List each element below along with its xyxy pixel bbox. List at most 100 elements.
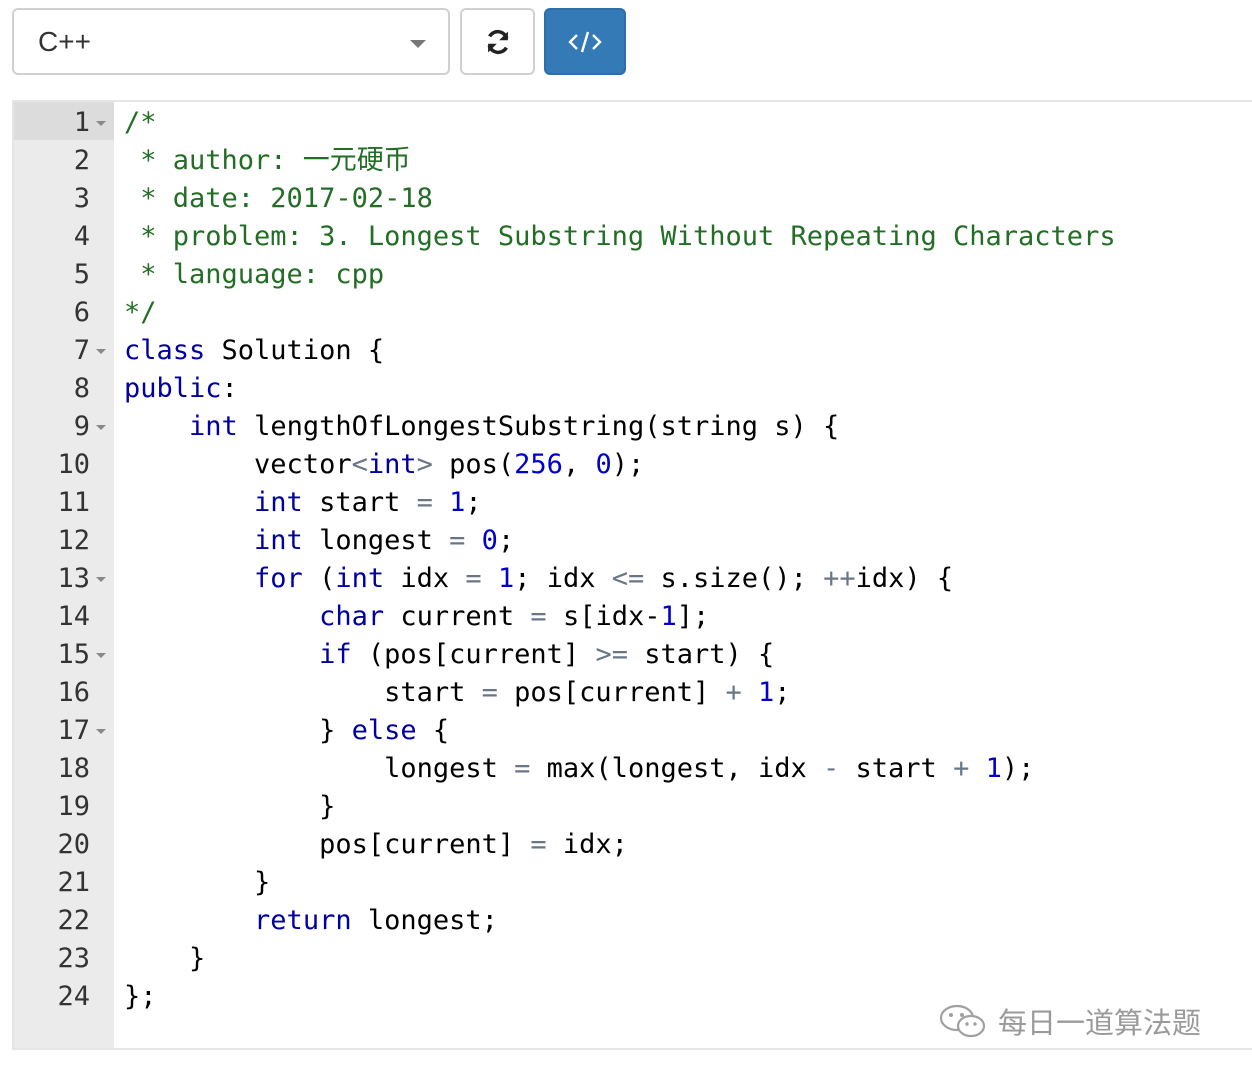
code-token-comment: /* <box>124 107 157 138</box>
fold-toggle-icon[interactable] <box>96 729 106 734</box>
line-number: 13 <box>57 563 90 594</box>
code-token-number: 1 <box>758 677 775 708</box>
line-number: 6 <box>73 297 90 328</box>
code-line: int start = 1; <box>124 484 1252 522</box>
code-line: int longest = 0; <box>124 522 1252 560</box>
language-select[interactable]: C++ <box>12 8 450 75</box>
code-token-keyword: char <box>319 601 385 632</box>
reset-code-button[interactable] <box>460 8 535 75</box>
code-line: } <box>124 940 1252 978</box>
code-token-plain: pos[current] <box>497 677 726 708</box>
code-editor[interactable]: 1 2 3 4 5 6 7 8 9 10 11 12 13 14 15 16 17 18 19 20 21 22 23 24 … <box>12 100 1252 1050</box>
code-token-op: = <box>514 753 531 784</box>
code-token-op: = <box>416 487 433 518</box>
line-number: 18 <box>57 753 90 784</box>
code-line: return longest; <box>124 902 1252 940</box>
code-line: vector<int> pos(256, 0); <box>124 446 1252 484</box>
code-token-plain: pos( <box>432 449 515 480</box>
code-token-plain: start <box>302 487 417 518</box>
code-line: } else { <box>124 712 1252 750</box>
line-number: 4 <box>73 221 90 252</box>
code-token-plain: max(longest, idx <box>530 753 824 784</box>
line-number: 12 <box>57 525 90 556</box>
line-number: 9 <box>73 411 90 442</box>
code-icon <box>568 31 602 52</box>
code-token-plain: ; <box>497 525 515 556</box>
code-token-plain: (pos[current] <box>351 639 596 670</box>
code-token-op: - <box>823 753 840 784</box>
code-token-number: 1 <box>497 563 515 594</box>
code-token-keyword: int <box>367 449 417 480</box>
code-token-plain: lengthOfLongestSubstring(string s) { <box>237 411 840 442</box>
code-content[interactable]: /* * author: 一元硬币 * date: 2017-02-18 * p… <box>124 102 1252 1016</box>
code-token-plain: longest <box>302 525 450 556</box>
code-token-number: 1 <box>985 753 1002 784</box>
code-token-op: = <box>449 525 466 556</box>
code-token-plain: } <box>124 715 352 746</box>
fold-toggle-icon[interactable] <box>96 425 106 430</box>
watermark: 每日一道算法题 <box>938 1000 1201 1042</box>
code-token-plain: } <box>124 867 271 898</box>
chevron-down-icon <box>410 40 426 48</box>
code-line: * author: 一元硬币 <box>124 142 1252 180</box>
view-code-button[interactable] <box>544 8 626 75</box>
code-token-number: 0 <box>595 449 612 480</box>
line-number: 3 <box>73 183 90 214</box>
code-token-plain: { <box>416 715 450 746</box>
refresh-icon <box>487 29 508 54</box>
code-token-op: < <box>351 449 368 480</box>
line-number: 20 <box>57 829 90 860</box>
code-line: pos[current] = idx; <box>124 826 1252 864</box>
code-token-number: 1 <box>660 601 677 632</box>
code-token-plain: longest <box>124 753 515 784</box>
code-token-plain: current <box>384 601 531 632</box>
wechat-icon <box>939 1004 986 1038</box>
code-token-comment: * problem: 3. Longest Substring Without … <box>124 221 1116 252</box>
code-token-plain: longest; <box>351 905 498 936</box>
line-number: 17 <box>57 715 90 746</box>
code-token-plain: ; <box>774 677 791 708</box>
code-token-keyword: else <box>351 715 417 746</box>
fold-toggle-icon[interactable] <box>96 577 106 582</box>
code-token-plain: ]; <box>676 601 710 632</box>
code-line: char current = s[idx-1]; <box>124 598 1252 636</box>
code-token-number: 256 <box>514 449 563 480</box>
code-token-plain: : <box>221 373 238 404</box>
code-token-op: + <box>725 677 742 708</box>
code-token-op: >= <box>595 639 628 670</box>
code-token-plain: s.size(); <box>644 563 824 594</box>
code-token-op: ++ <box>823 563 856 594</box>
line-number: 8 <box>73 373 90 404</box>
code-token-keyword: int <box>189 411 238 442</box>
code-token-plain: ); <box>611 449 645 480</box>
language-select-value: C++ <box>38 26 91 57</box>
fold-toggle-icon[interactable] <box>96 653 106 658</box>
code-line: public: <box>124 370 1252 408</box>
code-line: * problem: 3. Longest Substring Without … <box>124 218 1252 256</box>
code-token-comment: * author: 一元硬币 <box>124 145 411 176</box>
code-token-plain: ( <box>302 563 336 594</box>
code-line: * language: cpp <box>124 256 1252 294</box>
code-token-plain: start <box>124 677 482 708</box>
code-token-keyword: int <box>335 563 385 594</box>
toolbar: C++ <box>0 0 1252 100</box>
code-token-plain: idx; <box>546 829 628 860</box>
code-token-keyword: class <box>124 335 206 366</box>
fold-toggle-icon[interactable] <box>96 121 106 126</box>
line-number: 10 <box>57 449 90 480</box>
code-token-comment: */ <box>124 297 157 328</box>
code-token-op: > <box>416 449 433 480</box>
fold-toggle-icon[interactable] <box>96 349 106 354</box>
code-line: int lengthOfLongestSubstring(string s) { <box>124 408 1252 446</box>
code-token-plain: , <box>562 449 596 480</box>
line-number: 22 <box>57 905 90 936</box>
line-number: 1 <box>73 107 90 138</box>
code-token-op: = <box>530 601 547 632</box>
code-token-keyword: if <box>319 639 352 670</box>
